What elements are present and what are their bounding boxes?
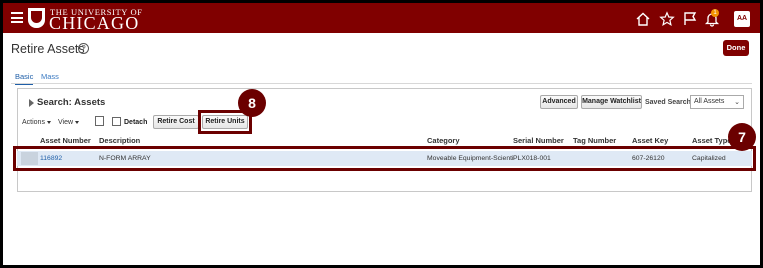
tab-mass[interactable]: Mass (41, 72, 59, 81)
notification-badge: 1 (711, 9, 719, 17)
actions-label: Actions (22, 119, 45, 126)
logo-university-name: CHICAGO (49, 13, 140, 33)
done-button[interactable]: Done (723, 40, 749, 56)
column-serial-number[interactable]: Serial Number (513, 136, 564, 145)
page-title: Retire Assets (11, 42, 85, 56)
manage-watchlist-button[interactable]: Manage Watchlist (581, 95, 642, 109)
tab-divider (11, 83, 752, 84)
app-window: THE UNIVERSITY OF CHICAGO 1 AA Retire As… (3, 3, 760, 265)
view-label: View (58, 119, 74, 126)
hamburger-icon[interactable] (11, 12, 23, 23)
column-category[interactable]: Category (427, 136, 460, 145)
saved-search-value: All Assets (694, 98, 725, 105)
flag-icon[interactable] (682, 11, 698, 27)
university-shield-logo (28, 8, 45, 28)
callout-badge-8: 8 (238, 89, 266, 117)
callout-box-asset-row (13, 146, 756, 171)
column-asset-key[interactable]: Asset Key (632, 136, 668, 145)
column-tag-number[interactable]: Tag Number (573, 136, 616, 145)
detach-icon[interactable] (112, 117, 121, 126)
star-icon[interactable] (659, 11, 675, 27)
top-bar: THE UNIVERSITY OF CHICAGO 1 AA (3, 3, 760, 33)
saved-search-select[interactable]: All Assets ⌄ (690, 95, 744, 109)
retire-cost-button[interactable]: Retire Cost (153, 115, 199, 129)
view-menu[interactable]: View (58, 119, 80, 126)
column-description[interactable]: Description (99, 136, 140, 145)
saved-search-label: Saved Search (645, 99, 691, 106)
home-icon[interactable] (635, 11, 651, 27)
advanced-button[interactable]: Advanced (540, 95, 578, 109)
detach-button[interactable]: Detach (124, 119, 147, 126)
caret-down-icon (46, 120, 51, 124)
column-asset-type[interactable]: Asset Type (692, 136, 731, 145)
expand-caret-icon[interactable] (29, 99, 34, 107)
help-icon[interactable]: ? (78, 43, 89, 54)
avatar[interactable]: AA (734, 11, 750, 27)
column-asset-number[interactable]: Asset Number (40, 136, 91, 145)
chevron-down-icon: ⌄ (734, 99, 740, 106)
export-icon[interactable] (95, 116, 104, 126)
search-title[interactable]: Search: Assets (37, 97, 105, 108)
table-header: Asset Number Description Category Serial… (17, 134, 752, 146)
callout-badge-7: 7 (728, 123, 756, 151)
actions-menu[interactable]: Actions (22, 119, 51, 126)
caret-down-icon (75, 120, 80, 124)
